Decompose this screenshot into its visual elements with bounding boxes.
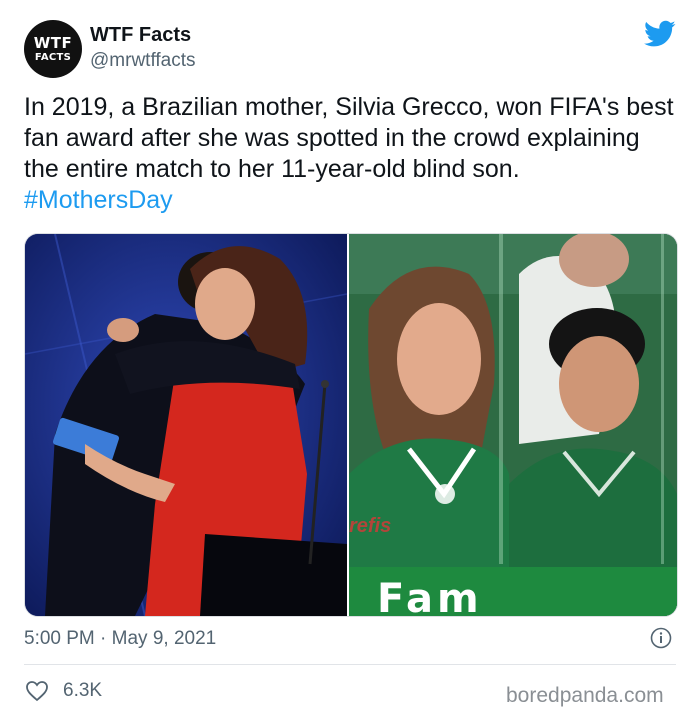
avatar[interactable]: WTF FACTS xyxy=(24,20,82,78)
banner-text: Fam xyxy=(377,576,483,616)
hashtag-link[interactable]: #MothersDay xyxy=(24,186,173,214)
display-name[interactable]: WTF Facts xyxy=(90,24,191,47)
tweet-timestamp[interactable]: 5:00 PM · May 9, 2021 xyxy=(24,628,216,650)
info-icon[interactable] xyxy=(650,627,672,649)
crowd-illustration: refis Fam xyxy=(349,234,677,616)
divider xyxy=(24,664,676,665)
tweet-card: WTF FACTS WTF Facts @mrwtffacts In 2019,… xyxy=(0,0,700,718)
avatar-text-top: WTF xyxy=(33,33,73,52)
tweet-media[interactable]: refis Fam xyxy=(24,233,678,617)
watermark: boredpanda.com xyxy=(506,684,664,707)
like-count[interactable]: 6.3K xyxy=(63,680,102,702)
tweet-body: In 2019, a Brazilian mother, Silvia Grec… xyxy=(24,93,674,183)
photo-award-stage[interactable] xyxy=(25,234,347,616)
stage-illustration xyxy=(25,234,347,616)
sponsor-text: refis xyxy=(349,515,391,537)
photo-stadium-crowd[interactable]: refis Fam xyxy=(349,234,677,616)
heart-icon[interactable] xyxy=(25,680,49,702)
twitter-bird-icon[interactable] xyxy=(644,20,676,48)
tweet-text: In 2019, a Brazilian mother, Silvia Grec… xyxy=(24,92,674,216)
user-handle[interactable]: @mrwtffacts xyxy=(90,50,196,72)
avatar-text-bottom: FACTS xyxy=(34,51,72,63)
